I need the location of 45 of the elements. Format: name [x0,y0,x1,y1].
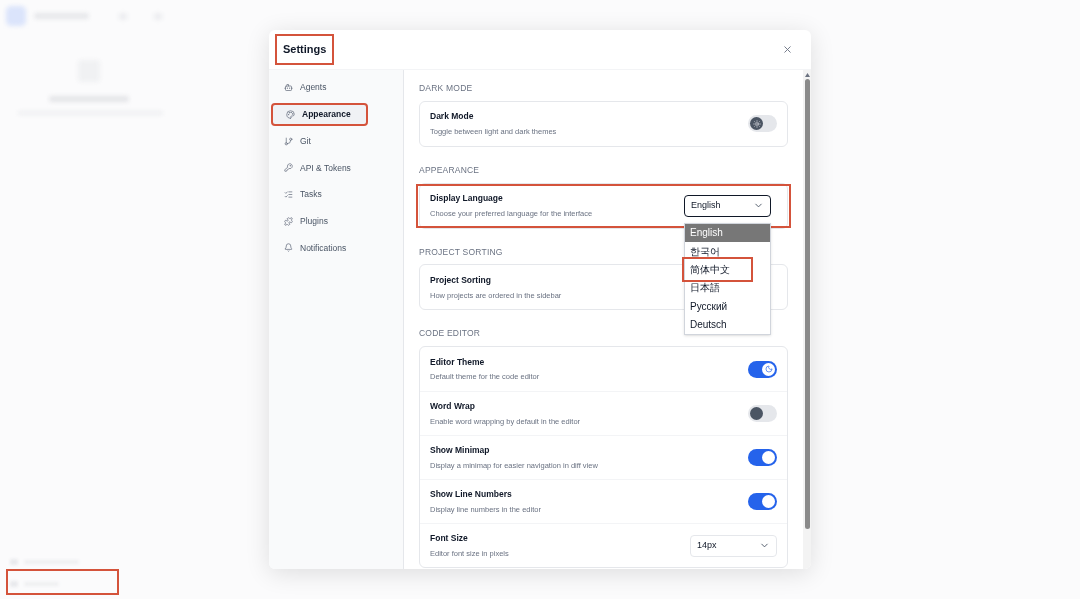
setting-title: Display Language [430,192,504,205]
dropdown-option[interactable]: Deutsch [685,315,770,334]
key-icon [284,163,293,173]
setting-title: Font Size [430,532,469,545]
section-heading: APPEARANCE [419,163,480,177]
setting-title: Show Minimap [430,444,491,457]
dropdown-option[interactable]: 日本語 [685,278,770,298]
toggle-switch[interactable] [748,493,777,510]
nav-item[interactable]: Appearance [271,102,368,127]
nav-item[interactable]: Notifications [271,236,401,260]
setting-title: Word Wrap [430,400,477,413]
section-heading: CODE EDITOR [419,327,481,340]
dialog-title: Settings [275,34,335,65]
close-icon[interactable] [782,44,793,55]
scroll-up-icon[interactable] [804,73,810,77]
toggle-switch[interactable] [748,360,777,378]
nav-item[interactable]: API & Tokens [271,156,401,180]
select-field[interactable]: 14px [690,534,777,557]
dropdown-option[interactable]: Русский [685,297,770,316]
dropdown-option[interactable]: English [685,223,770,242]
setting-title: Dark Mode [430,110,475,123]
setting-title: Editor Theme [430,355,486,369]
setting-title: Show Line Numbers [430,488,513,501]
sun-icon [752,119,761,128]
scrollbar[interactable] [803,70,811,569]
dropdown-option[interactable]: 한국어 [685,241,770,261]
dropdown-option[interactable]: 简体中文 [685,260,750,279]
toggle-switch[interactable] [748,115,777,133]
nav-item[interactable]: Plugins [271,209,401,234]
nav-item[interactable]: Agents [271,76,401,100]
palette-icon [286,110,295,120]
nav-item[interactable]: Git [271,129,401,154]
toggle-switch[interactable] [748,405,777,422]
select-field[interactable]: English [684,194,771,217]
checklist-icon [284,190,293,200]
bell-icon [284,243,293,253]
setting-title: Project Sorting [430,273,492,287]
section-heading: DARK MODE [419,82,473,95]
toggle-switch[interactable] [748,449,777,466]
puzzle-icon [284,216,293,226]
section-heading: PROJECT SORTING [419,245,503,259]
branch-icon [284,136,293,146]
nav-item[interactable]: Tasks [271,182,401,207]
moon-icon [764,365,773,373]
robot-icon [284,83,293,93]
